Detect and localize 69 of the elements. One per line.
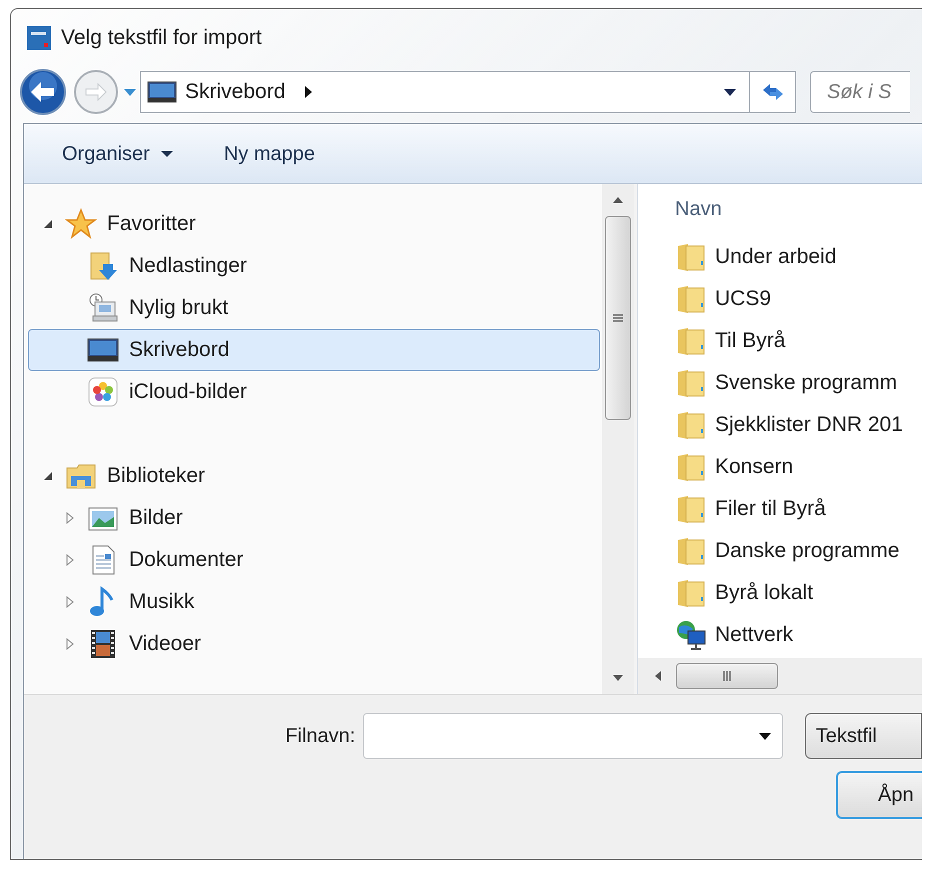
dropdown-arrow-icon[interactable] [723,87,737,97]
file-list-item[interactable]: Filer til Byrå [675,488,922,530]
breadcrumb-arrow-icon[interactable] [303,85,314,99]
folder-icon [675,283,707,315]
search-field[interactable]: Søk i S [810,71,910,113]
recent-places-icon [87,292,119,324]
collapse-icon[interactable] [43,219,53,229]
grip-icon [612,312,624,324]
scroll-down-icon[interactable] [612,674,624,682]
folder-icon [675,367,707,399]
folder-icon [675,577,707,609]
navigation-item[interactable]: Skrivebord [28,329,600,371]
window-title: Velg tekstfil for import [61,25,262,52]
grip-icon [721,670,733,682]
horizontal-scrollbar[interactable] [638,658,922,694]
navigation-item[interactable]: Nylig brukt [28,287,600,329]
navigation-item[interactable]: Biblioteker [28,455,600,497]
column-header[interactable]: Navn [675,194,722,224]
expand-icon[interactable] [65,638,75,650]
dropdown-arrow-icon [160,150,174,158]
folder-icon [675,241,707,273]
navigation-item[interactable]: Favoritter [28,203,600,245]
dropdown-arrow-icon[interactable] [758,731,772,741]
file-name-label: Filnavn: [284,724,356,749]
address-bar[interactable]: Skrivebord [140,71,750,113]
file-list-item[interactable]: Til Byrå [675,320,922,362]
vertical-scrollbar[interactable] [602,184,634,694]
scrollbar-thumb[interactable] [605,216,631,420]
forward-button[interactable] [73,69,119,115]
file-list-item[interactable]: Nettverk [675,614,922,656]
expand-icon[interactable] [65,554,75,566]
file-name-field[interactable] [363,713,783,759]
file-list-item[interactable]: Under arbeid [675,236,922,278]
navigation-item[interactable]: Videoer [28,623,600,665]
navigation-item[interactable]: iCloud-bilder [28,371,600,413]
folder-icon [675,451,707,483]
app-icon [27,26,51,50]
desktop-icon [147,81,177,103]
star-icon [65,208,97,240]
folder-icon [675,535,707,567]
folder-icon [675,493,707,525]
address-text: Skrivebord [185,79,286,106]
file-list-item[interactable]: Svenske programm [675,362,922,404]
folder-icon [675,409,707,441]
navigation-item[interactable]: Dokumenter [28,539,600,581]
open-button[interactable]: Åpn [836,771,922,819]
navigation-item[interactable]: Nedlastinger [28,245,600,287]
file-list-item[interactable]: Konsern [675,446,922,488]
photos-icon [87,376,119,408]
file-type-dropdown[interactable]: Tekstfil [804,713,922,759]
file-list-item[interactable]: Sjekklister DNR 201 [675,404,922,446]
expand-icon[interactable] [65,512,75,524]
toolbar-button[interactable]: Ny mappe [224,138,315,168]
file-list-item[interactable]: Danske programme [675,530,922,572]
navigation-item[interactable]: Musikk [28,581,600,623]
back-button[interactable] [19,68,67,116]
folder-icon [675,325,707,357]
file-list-item[interactable]: Byrå lokalt [675,572,922,614]
scroll-left-icon[interactable] [654,670,662,682]
refresh-button[interactable] [750,71,796,113]
scroll-up-icon[interactable] [612,196,624,204]
file-list-item[interactable]: UCS9 [675,278,922,320]
collapse-icon[interactable] [43,471,53,481]
history-dropdown-icon[interactable] [123,87,137,97]
network-icon [675,619,707,651]
organize-menu[interactable]: Organiser [62,138,174,168]
scrollbar-thumb[interactable] [676,663,778,689]
navigation-item[interactable]: Bilder [28,497,600,539]
expand-icon[interactable] [65,596,75,608]
